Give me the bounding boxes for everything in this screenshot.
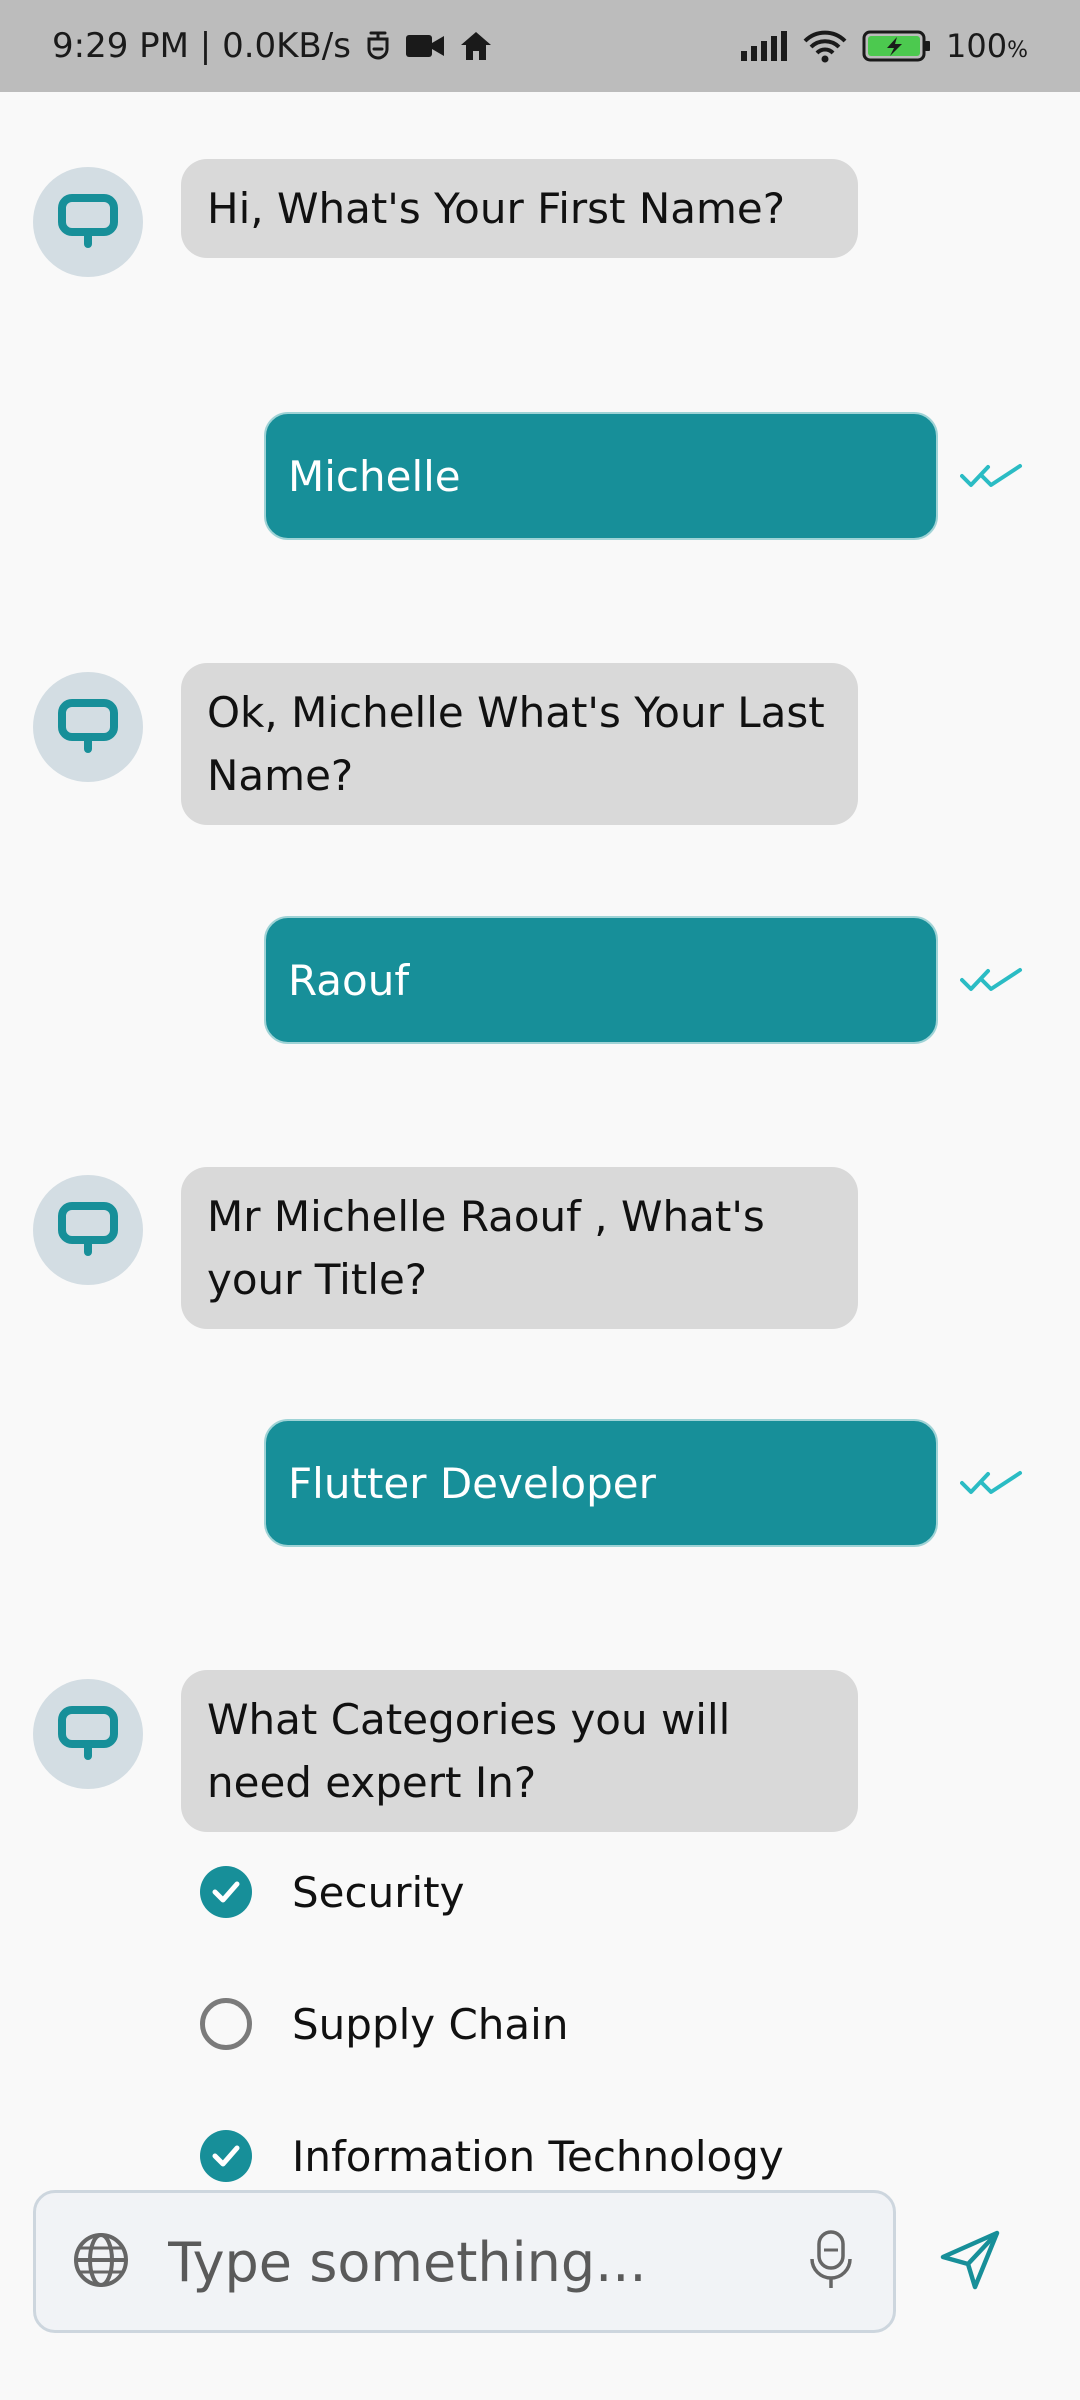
checkbox-unchecked[interactable] xyxy=(200,1998,252,2050)
status-bar: 9:29 PM | 0.0KB/s 100% xyxy=(0,0,1080,92)
bot-message-text: Ok, Michelle What's Your Last Name? xyxy=(207,688,825,800)
globe-icon[interactable] xyxy=(71,2230,131,2294)
video-icon xyxy=(405,32,445,60)
user-message: Michelle xyxy=(264,412,938,540)
bot-message: Hi, What's Your First Name? xyxy=(181,159,858,258)
battery-value: 100 xyxy=(946,27,1008,65)
usb-debug-icon xyxy=(365,29,391,63)
message-composer[interactable] xyxy=(33,2190,896,2333)
checkbox-checked[interactable] xyxy=(200,2130,252,2182)
bot-avatar xyxy=(33,672,143,782)
microphone-icon[interactable] xyxy=(809,2229,853,2295)
option-supply-chain[interactable]: Supply Chain xyxy=(200,1998,568,2050)
status-right: 100% xyxy=(740,0,1028,92)
user-message: Flutter Developer xyxy=(264,1419,938,1547)
bot-message-text: What Categories you will need expert In? xyxy=(207,1695,731,1807)
send-button[interactable] xyxy=(930,2222,1010,2302)
user-message: Raouf xyxy=(264,916,938,1044)
send-icon xyxy=(939,2229,1001,2295)
battery-charging-icon xyxy=(862,29,932,63)
bot-message: Mr Michelle Raouf , What's your Title? xyxy=(181,1167,858,1329)
user-message-text: Michelle xyxy=(288,451,461,501)
chat-bot-icon xyxy=(56,188,120,256)
chat-bot-icon xyxy=(56,1700,120,1768)
bot-avatar xyxy=(33,1679,143,1789)
wifi-icon xyxy=(802,29,848,63)
option-security[interactable]: Security xyxy=(200,1866,464,1918)
bot-avatar xyxy=(33,167,143,277)
user-message-text: Flutter Developer xyxy=(288,1458,656,1508)
signal-icon xyxy=(740,31,788,61)
bot-avatar xyxy=(33,1175,143,1285)
bot-message: Ok, Michelle What's Your Last Name? xyxy=(181,663,858,825)
bot-message-text: Mr Michelle Raouf , What's your Title? xyxy=(207,1192,765,1304)
battery-unit: % xyxy=(1007,38,1028,63)
double-check-icon xyxy=(960,458,1024,496)
battery-percentage: 100% xyxy=(946,27,1028,65)
checkbox-checked[interactable] xyxy=(200,1866,252,1918)
chat-bot-icon xyxy=(56,1196,120,1264)
chat-area[interactable]: Hi, What's Your First Name? Michelle Ok,… xyxy=(0,92,1080,2182)
chat-bot-icon xyxy=(56,693,120,761)
option-label: Supply Chain xyxy=(292,1999,569,2049)
double-check-icon xyxy=(960,1465,1024,1503)
double-check-icon xyxy=(960,962,1024,1000)
bot-message-text: Hi, What's Your First Name? xyxy=(207,184,786,233)
option-label: Security xyxy=(292,1867,465,1917)
option-label: Information Technology xyxy=(292,2131,784,2181)
home-icon xyxy=(459,30,493,62)
message-input[interactable] xyxy=(166,2193,810,2332)
status-left: 9:29 PM | 0.0KB/s xyxy=(52,0,493,92)
user-message-text: Raouf xyxy=(288,955,410,1005)
bot-message: What Categories you will need expert In? xyxy=(181,1670,858,1832)
status-time: 9:29 PM | 0.0KB/s xyxy=(52,26,351,66)
option-information-technology[interactable]: Information Technology xyxy=(200,2130,784,2182)
